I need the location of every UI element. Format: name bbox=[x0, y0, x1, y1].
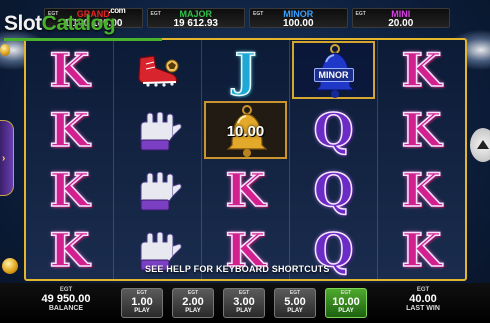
bottom-control-bar: EGT 49 950.00 BALANCE EGT 1.00 PLAY EGT … bbox=[0, 283, 490, 323]
reel-1: K K K K bbox=[26, 40, 114, 279]
bet-button-3[interactable]: EGT 3.00 PLAY bbox=[223, 288, 265, 318]
reel-symbol: K bbox=[378, 160, 465, 220]
reel-symbol bbox=[114, 100, 201, 160]
reel-2 bbox=[114, 40, 202, 279]
balance-display: EGT 49 950.00 BALANCE bbox=[34, 287, 98, 312]
symbol-k: K bbox=[401, 103, 442, 157]
balance-value: 49 950.00 bbox=[41, 293, 91, 305]
help-shortcuts-text[interactable]: SEE HELP FOR KEYBOARD SHORTCUTS bbox=[145, 264, 330, 274]
reel-symbol bbox=[114, 40, 201, 100]
reel-4: MINOR Q Q Q bbox=[290, 40, 378, 279]
egt-logo: EGT bbox=[253, 11, 264, 17]
bet-value: 2.00 bbox=[182, 296, 204, 308]
watermark-slot: Slot bbox=[4, 12, 42, 35]
jackpot-value: 100.00 bbox=[282, 18, 314, 29]
bet-button-5[interactable]: EGT 10.00 PLAY bbox=[325, 288, 367, 318]
slotcatalog-watermark: SlotCatalog .com bbox=[4, 6, 126, 36]
reel-symbol: K bbox=[202, 160, 289, 220]
reel-grid: K K K K J 10.00 K K MINOR Q Q Q K K K K bbox=[24, 38, 467, 281]
last-win-display: EGT 40.00 LAST WIN bbox=[392, 287, 454, 312]
jackpot-value: 20.00 bbox=[388, 18, 414, 29]
bell-prize-value: 10.00 bbox=[226, 123, 265, 140]
bet-value: 3.00 bbox=[233, 296, 255, 308]
symbol-k: K bbox=[49, 163, 90, 217]
last-win-label: LAST WIN bbox=[406, 305, 440, 312]
reel-symbol: K bbox=[26, 220, 113, 280]
reel-5: K K K K bbox=[378, 40, 465, 279]
egt-logo: EGT bbox=[150, 11, 161, 17]
bet-label: PLAY bbox=[338, 308, 354, 314]
jackpot-minor: EGT MINOR 100.00 bbox=[249, 8, 348, 29]
reel-symbol: K bbox=[26, 160, 113, 220]
bell-jackpot-cell: MINOR bbox=[292, 41, 375, 99]
reel-symbol: K bbox=[26, 40, 113, 100]
jackpot-major: EGT MAJOR 19 612.93 bbox=[146, 8, 245, 29]
symbol-q: Q bbox=[313, 103, 355, 157]
jackpot-value: 19 612.93 bbox=[173, 18, 219, 29]
bet-label: PLAY bbox=[287, 308, 303, 314]
reel-symbol: J bbox=[202, 40, 289, 100]
chevron-icon: › bbox=[2, 153, 6, 164]
symbol-j: J bbox=[234, 43, 257, 97]
symbol-k: K bbox=[225, 163, 266, 217]
bet-button-1[interactable]: EGT 1.00 PLAY bbox=[121, 288, 163, 318]
reel-symbol: Q bbox=[290, 160, 377, 220]
last-win-value: 40.00 bbox=[409, 293, 437, 305]
reel-symbol: K bbox=[26, 100, 113, 160]
watermark-underline bbox=[4, 38, 162, 41]
side-menu-tab[interactable]: › bbox=[0, 120, 14, 196]
bet-button-2[interactable]: EGT 2.00 PLAY bbox=[172, 288, 214, 318]
watermark-suffix: .com bbox=[108, 6, 126, 15]
bet-label: PLAY bbox=[236, 308, 252, 314]
bell-bonus-cell: 10.00 bbox=[204, 101, 287, 159]
goalkeeper-glove-icon bbox=[137, 232, 182, 271]
jackpot-mini: EGT MINI 20.00 bbox=[351, 8, 450, 29]
symbol-q: Q bbox=[313, 163, 355, 217]
symbol-k: K bbox=[401, 163, 442, 217]
symbol-k: K bbox=[49, 223, 90, 277]
reel-symbol bbox=[114, 160, 201, 220]
bet-value: 10.00 bbox=[332, 296, 360, 308]
reel-3: J 10.00 K K bbox=[202, 40, 290, 279]
reel-symbol: K bbox=[378, 100, 465, 160]
bet-button-4[interactable]: EGT 5.00 PLAY bbox=[274, 288, 316, 318]
goalkeeper-glove-icon bbox=[137, 172, 182, 211]
bet-value: 1.00 bbox=[131, 296, 153, 308]
symbol-k: K bbox=[49, 103, 90, 157]
bet-label: PLAY bbox=[134, 308, 150, 314]
watermark-catalog: Catalog bbox=[41, 12, 116, 35]
coin-icon bbox=[0, 44, 10, 56]
football-boot-icon bbox=[134, 50, 182, 90]
reel-symbol: Q bbox=[290, 100, 377, 160]
bet-label: PLAY bbox=[185, 308, 201, 314]
reel-symbol: K bbox=[378, 40, 465, 100]
egt-logo: EGT bbox=[355, 11, 366, 17]
reel-symbol: K bbox=[378, 220, 465, 280]
symbol-k: K bbox=[49, 43, 90, 97]
spin-arrow-button[interactable] bbox=[470, 128, 490, 162]
balance-label: BALANCE bbox=[48, 305, 84, 312]
coin-icon bbox=[2, 258, 18, 274]
symbol-k: K bbox=[401, 43, 442, 97]
symbol-k: K bbox=[401, 223, 442, 277]
bet-value: 5.00 bbox=[284, 296, 306, 308]
goalkeeper-glove-icon bbox=[137, 112, 182, 151]
game-stage: EGT GRAND 1 100 100.00 EGT MAJOR 19 612.… bbox=[0, 0, 490, 323]
minor-jackpot-tag: MINOR bbox=[313, 68, 354, 82]
